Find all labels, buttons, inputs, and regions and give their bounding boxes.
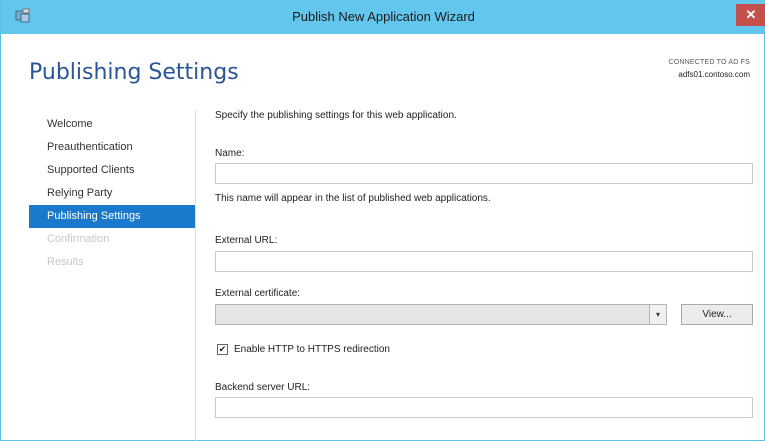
close-button[interactable]: ✕ xyxy=(736,4,765,26)
chevron-down-icon[interactable]: ▾ xyxy=(649,305,666,324)
name-hint: This name will appear in the list of pub… xyxy=(215,193,491,204)
nav-divider xyxy=(195,110,196,441)
nav-step-preauthentication[interactable]: Preauthentication xyxy=(29,136,195,159)
redirect-checkbox[interactable]: ✔ xyxy=(217,344,228,355)
nav-step-publishing-settings[interactable]: Publishing Settings xyxy=(29,205,195,228)
nav-step-supported-clients[interactable]: Supported Clients xyxy=(29,159,195,182)
wizard-window: Publish New Application Wizard ✕ Publish… xyxy=(0,0,765,441)
nav-step-confirmation: Confirmation xyxy=(47,233,110,245)
backend-url-input[interactable] xyxy=(215,397,753,418)
title-bar[interactable]: Publish New Application Wizard ✕ xyxy=(1,0,765,34)
backend-url-label: Backend server URL: xyxy=(215,382,311,393)
window-title: Publish New Application Wizard xyxy=(292,9,475,24)
external-url-input[interactable] xyxy=(215,251,753,272)
external-url-label: External URL: xyxy=(215,235,278,246)
view-certificate-button[interactable]: View... xyxy=(681,304,753,325)
page-title: Publishing Settings xyxy=(29,60,239,85)
nav-step-relying-party[interactable]: Relying Party xyxy=(29,182,195,205)
nav-step-welcome[interactable]: Welcome xyxy=(29,113,195,136)
redirect-checkbox-label[interactable]: Enable HTTP to HTTPS redirection xyxy=(234,344,390,355)
form-intro: Specify the publishing settings for this… xyxy=(215,110,457,121)
connection-label: CONNECTED TO AD FS xyxy=(668,59,750,66)
external-certificate-label: External certificate: xyxy=(215,288,301,299)
external-certificate-select[interactable]: ▾ xyxy=(215,304,667,325)
connection-server: adfs01.contoso.com xyxy=(678,70,750,79)
name-input[interactable] xyxy=(215,163,753,184)
name-label: Name: xyxy=(215,148,245,159)
wizard-steps-nav: Welcome Preauthentication Supported Clie… xyxy=(29,113,195,274)
nav-step-results: Results xyxy=(47,256,84,268)
